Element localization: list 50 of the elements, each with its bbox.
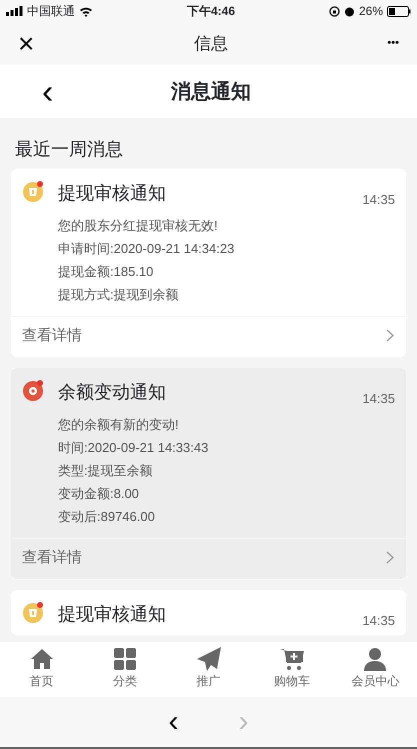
message-line: 时间:2020-09-21 14:33:43 [57, 438, 210, 456]
wifi-icon [79, 6, 93, 16]
chevron-right-icon [386, 551, 394, 564]
battery-percent: 26% [358, 3, 383, 20]
tab-bar-item[interactable]: 会员中心 [334, 642, 417, 697]
home-icon [28, 646, 55, 672]
bag-icon [22, 601, 44, 623]
message-title: 余额变动通知 [58, 381, 167, 404]
cart-icon [278, 646, 305, 672]
message-card[interactable]: 提现审核通知 14:35 [11, 590, 406, 634]
back-button[interactable]: ‹ [162, 707, 184, 737]
chevron-right-icon [386, 329, 394, 342]
message-line: 提现金额:185.10 [57, 262, 154, 280]
tab-bar-item[interactable]: 首页 [0, 642, 84, 697]
alarm-icon [344, 6, 355, 16]
tab-bar-item[interactable]: 分类 [83, 642, 167, 697]
tab-bar-item[interactable]: 推广 [166, 642, 250, 697]
signal-icon [6, 6, 23, 16]
message-line: 您的股东分红提现审核无效! [57, 216, 219, 234]
paper-plane-icon [196, 646, 222, 672]
rotation-lock-icon [328, 6, 340, 16]
close-button[interactable]: × [14, 30, 38, 58]
back-button[interactable]: ‹ [38, 74, 58, 108]
carrier-name: 中国联通 [27, 3, 75, 20]
status-time: 下午4:46 [186, 3, 235, 20]
message-line: 类型:提现至余额 [57, 462, 154, 480]
message-line: 提现方式:提现到余额 [57, 286, 180, 304]
message-title: 提现审核通知 [58, 603, 167, 626]
message-title: 提现审核通知 [58, 182, 167, 205]
view-details-link[interactable]: 查看详情 [11, 538, 406, 579]
section-title: 最近一周消息 [14, 138, 124, 161]
more-button[interactable]: ••• [383, 38, 403, 49]
grid-icon [112, 646, 138, 672]
message-time: 14:35 [362, 191, 395, 209]
message-line: 您的余额有新的变动! [57, 416, 180, 434]
message-line: 变动后:89746.00 [57, 508, 156, 526]
message-line: 变动金额:8.00 [57, 484, 140, 502]
message-line: 申请时间:2020-09-21 14:34:23 [57, 240, 236, 258]
battery-icon [387, 6, 411, 16]
person-icon [362, 646, 388, 672]
page-title: 消息通知 [170, 80, 252, 104]
window-title: 信息 [194, 32, 228, 55]
view-details-link[interactable]: 查看详情 [11, 316, 406, 357]
tab-bar-item[interactable]: 购物车 [250, 642, 334, 697]
wallet-icon [22, 379, 44, 401]
message-time: 14:35 [362, 390, 395, 408]
message-card[interactable]: 余额变动通知 14:35 您的余额有新的变动! 时间:2020-09-21 14:33:43 类型:提现至余额 变动金额:8.00 变动后:89746.00 查看详情 [11, 368, 406, 579]
bag-icon [22, 180, 44, 202]
message-card[interactable]: 提现审核通知 14:35 您的股东分红提现审核无效! 申请时间:2020-09-21 14:34:23 提现金额:185.10 提现方式:提现到余额 查看详情 [11, 169, 406, 357]
message-time: 14:35 [362, 612, 395, 630]
